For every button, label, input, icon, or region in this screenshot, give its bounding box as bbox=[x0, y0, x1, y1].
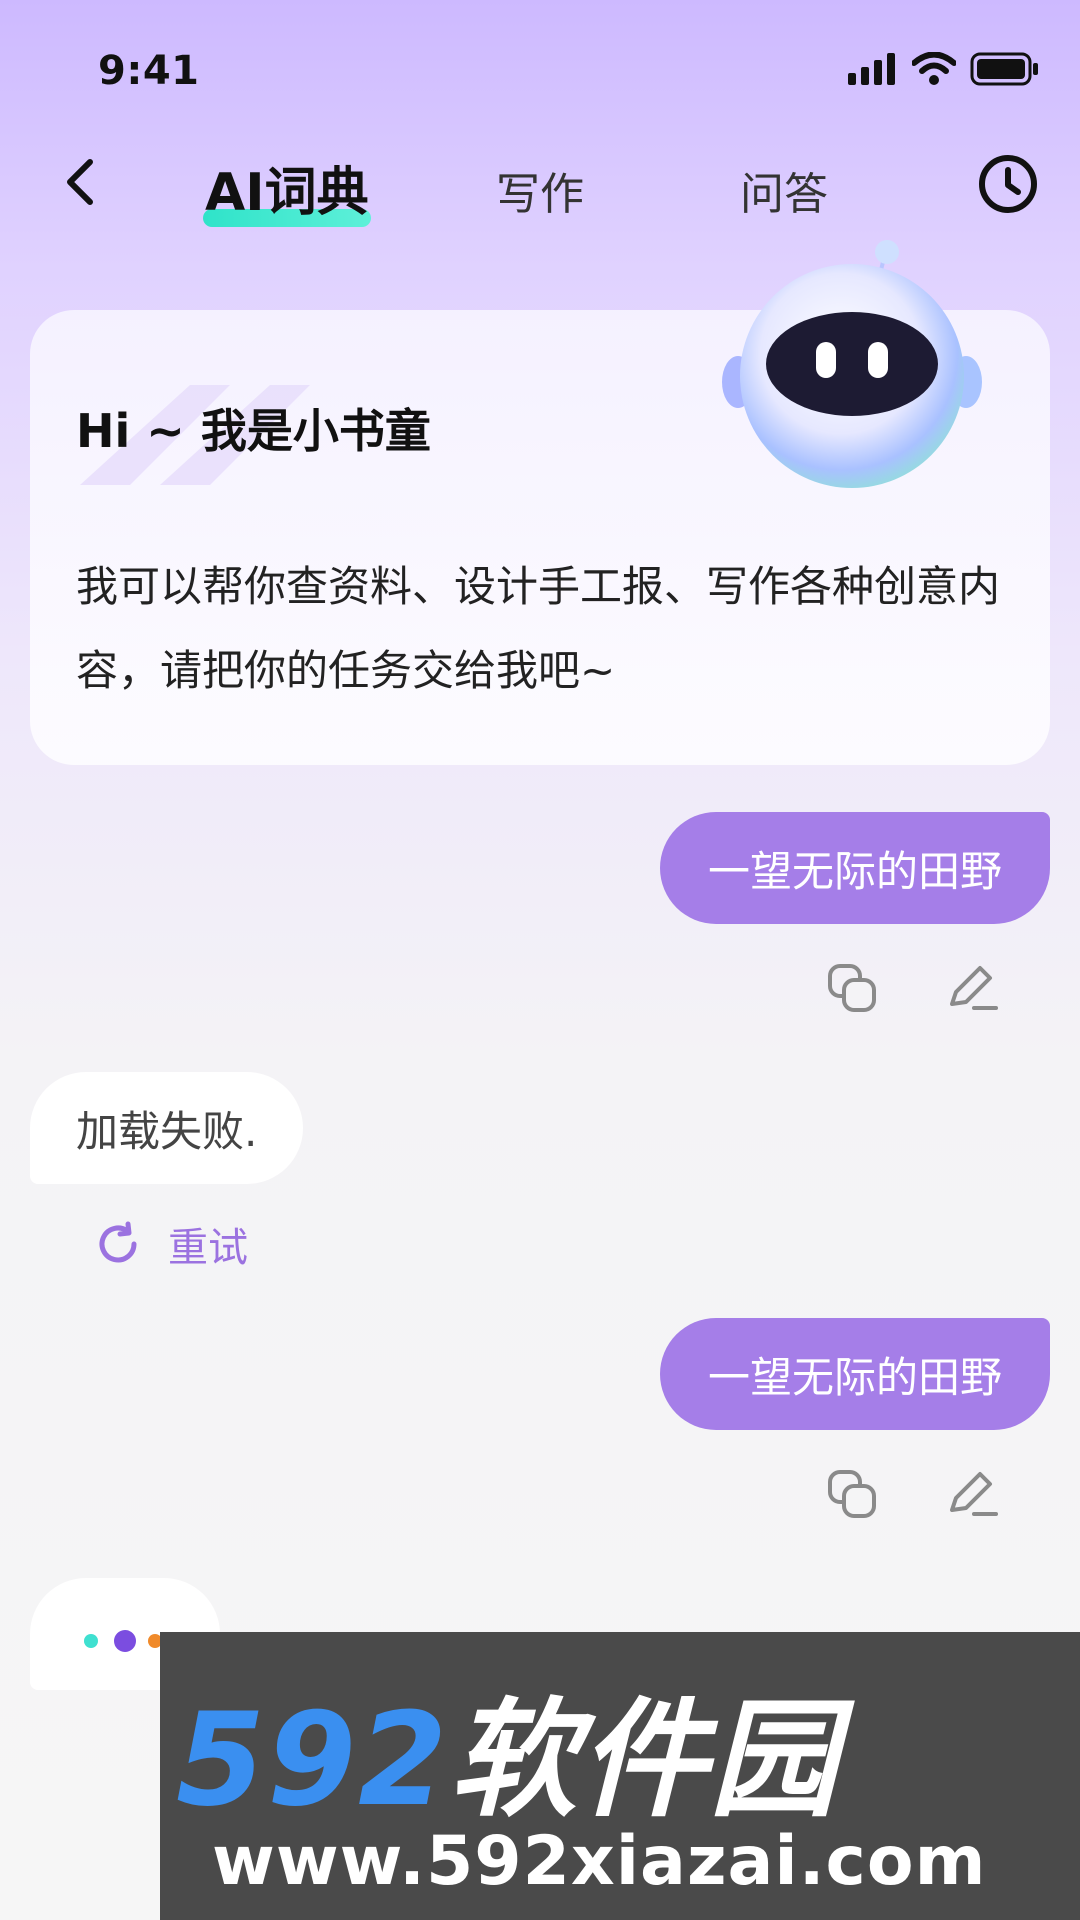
watermark-number: 592 bbox=[176, 1686, 450, 1835]
copy-icon[interactable] bbox=[824, 1466, 880, 1522]
user-message-bubble: 一望无际的田野 bbox=[659, 812, 1050, 924]
history-clock-icon[interactable] bbox=[976, 152, 1040, 216]
edit-pencil-icon[interactable] bbox=[944, 1466, 1000, 1522]
wifi-icon bbox=[912, 52, 956, 85]
tab-label: 问答 bbox=[740, 169, 828, 220]
signal-icon bbox=[848, 53, 895, 85]
retry-refresh-icon bbox=[99, 1221, 137, 1263]
retry-label: 重试 bbox=[168, 1225, 248, 1271]
user-message-bubble: 一望无际的田野 bbox=[659, 1318, 1050, 1430]
watermark-banner: 592软件园 www.592xiazai.com bbox=[160, 1632, 1080, 1920]
watermark-brand: 592软件园 bbox=[176, 1656, 839, 1841]
bot-message-bubble: 加载失败. bbox=[30, 1072, 304, 1184]
welcome-text: 我可以帮你查资料、设计手工报、写作各种创意内容，请把你的任务交给我吧~ bbox=[76, 562, 1001, 695]
back-button[interactable] bbox=[50, 152, 110, 212]
status-time: 9:41 bbox=[98, 48, 200, 94]
status-icons bbox=[848, 52, 1040, 86]
message-actions bbox=[824, 960, 1000, 1016]
copy-icon[interactable] bbox=[824, 960, 880, 1016]
battery-icon bbox=[970, 52, 1038, 86]
edit-pencil-icon[interactable] bbox=[944, 960, 1000, 1016]
typing-dot bbox=[84, 1634, 98, 1648]
tab-writing[interactable]: 写作 bbox=[496, 158, 584, 222]
typing-dot bbox=[114, 1630, 136, 1652]
tab-label: 写作 bbox=[496, 169, 584, 220]
tab-ai-dictionary[interactable]: AI词典 bbox=[203, 150, 371, 227]
retry-button[interactable]: 重试 bbox=[94, 1215, 248, 1273]
watermark-url: www.592xiazai.com bbox=[212, 1822, 987, 1901]
welcome-title: Hi ~ 我是小书童 bbox=[76, 404, 431, 458]
tab-label: AI词典 bbox=[205, 163, 369, 223]
tab-qa[interactable]: 问答 bbox=[740, 158, 828, 222]
message-actions bbox=[824, 1466, 1000, 1522]
watermark-text: 软件园 bbox=[449, 1686, 840, 1835]
robot-mascot-icon bbox=[722, 240, 982, 488]
back-arrow-icon bbox=[67, 159, 93, 205]
top-nav: AI词典 写作 问答 bbox=[0, 140, 1080, 230]
